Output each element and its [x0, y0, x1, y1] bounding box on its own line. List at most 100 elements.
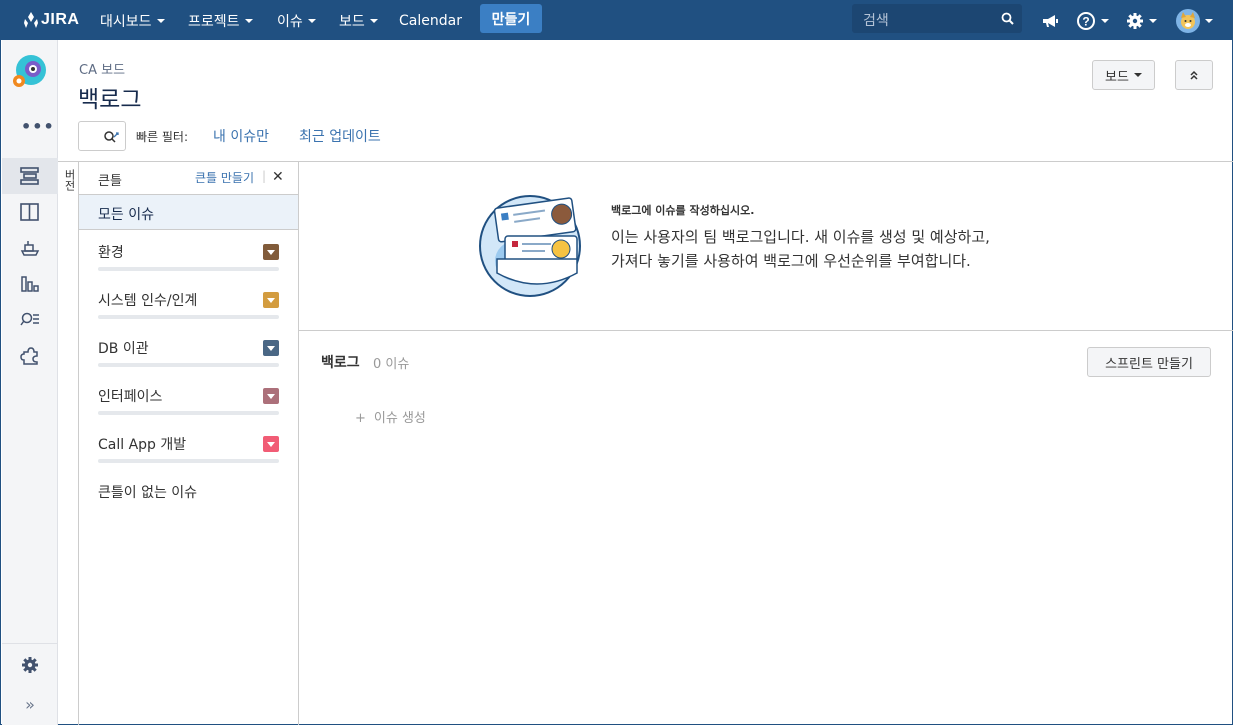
epic-color-dropdown[interactable] [263, 292, 279, 308]
epics-panel: 큰틀 큰틀 만들기 | ✕ 모든 이슈 환경 시스템 인수/인계 DB 이관 인… [79, 162, 299, 725]
epic-name: 환경 [98, 245, 124, 261]
nav-dashboards[interactable]: 대시보드 [100, 1, 165, 40]
quick-filter-my-issues[interactable]: 내 이슈만 [213, 126, 269, 146]
all-issues-item[interactable]: 모든 이슈 [79, 194, 298, 230]
project-sidebar: ••• » [2, 40, 58, 725]
sidebar-item-settings[interactable] [2, 647, 58, 683]
user-menu[interactable] [1176, 1, 1213, 40]
jira-logo[interactable]: JIRA [23, 8, 79, 32]
breadcrumb[interactable]: CA 보드 [79, 59, 125, 78]
epic-color-dropdown[interactable] [263, 436, 279, 452]
nav-boards[interactable]: 보드 [339, 1, 378, 40]
epic-name: 인터페이스 [98, 389, 163, 405]
logo-text: JIRA [41, 11, 80, 28]
search-placeholder: 검색 [863, 13, 889, 29]
sidebar-item-addons[interactable] [2, 338, 58, 374]
sidebar-item-board[interactable] [2, 194, 58, 230]
help-icon: ? [1077, 11, 1095, 30]
nav-label: Calendar [399, 12, 462, 29]
sidebar-item-releases[interactable] [2, 230, 58, 266]
backlog-title: 백로그 [321, 355, 360, 371]
collapse-header-button[interactable] [1175, 60, 1213, 90]
feedback-button[interactable] [1041, 1, 1059, 40]
epic-item[interactable]: 인터페이스 [98, 386, 279, 415]
nav-label: 이슈 [277, 13, 303, 30]
nav-label: 대시보드 [100, 13, 152, 30]
empty-backlog-illustration [479, 195, 581, 297]
epic-item[interactable]: Call App 개발 [98, 434, 279, 463]
all-issues-label: 모든 이슈 [98, 207, 154, 223]
app-window: JIRA 대시보드 프로젝트 이슈 보드 Calendar 만들기 검색 ? •… [0, 0, 1233, 725]
chevron-down-icon [1149, 18, 1157, 23]
megaphone-icon [1043, 14, 1058, 27]
create-button[interactable]: 만들기 [480, 4, 542, 33]
plus-icon: + [355, 411, 366, 426]
epic-item[interactable]: 환경 [98, 242, 279, 271]
epic-item[interactable]: DB 이관 [98, 338, 279, 367]
sidebar-item-issues[interactable] [2, 302, 58, 338]
board-icon [20, 203, 39, 221]
sidebar-divider [2, 643, 58, 644]
project-avatar-icon [13, 55, 46, 87]
chevron-down-icon [1133, 73, 1142, 77]
sidebar-item-backlog[interactable] [2, 158, 58, 194]
empty-state-line: 이는 사용자의 팀 백로그입니다. 새 이슈를 생성 및 예상하고, [611, 228, 990, 246]
sidebar-item-reports[interactable] [2, 266, 58, 302]
versions-tab[interactable] [58, 162, 79, 725]
separator: | [262, 169, 267, 183]
chevron-down-icon [156, 18, 165, 23]
sidebar-expand[interactable]: » [2, 686, 58, 722]
board-button-label: 보드 [1105, 69, 1129, 85]
epic-name: Call App 개발 [98, 437, 187, 453]
backlog-icon [20, 167, 39, 185]
epic-color-dropdown[interactable] [263, 388, 279, 404]
nav-projects[interactable]: 프로젝트 [188, 1, 253, 40]
board-dropdown-button[interactable]: 보드 [1092, 60, 1155, 90]
epic-color-dropdown[interactable] [263, 244, 279, 260]
nav-calendar[interactable]: Calendar [399, 1, 462, 40]
expand-icon: » [25, 694, 35, 714]
epic-progress-bar [98, 315, 279, 319]
create-issue-link[interactable]: + 이슈 생성 [355, 407, 426, 426]
addons-icon [20, 347, 38, 365]
settings-icon [22, 657, 38, 673]
chevron-down-icon [1205, 18, 1213, 23]
empty-state-title: 백로그에 이슈를 작성하십시오. [611, 204, 755, 217]
svg-text:?: ? [1082, 14, 1089, 28]
epic-name: DB 이관 [98, 341, 149, 357]
empty-state-text: 이는 사용자의 팀 백로그입니다. 새 이슈를 생성 및 예상하고, 가져다 놓… [611, 225, 990, 273]
releases-icon [20, 241, 40, 256]
project-avatar[interactable] [12, 54, 48, 90]
epic-name: 시스템 인수/인계 [98, 293, 198, 309]
create-epic-link[interactable]: 큰틀 만들기 [195, 169, 254, 186]
chevron-down-icon [307, 18, 316, 23]
create-issue-label: 이슈 생성 [373, 411, 426, 426]
create-sprint-button[interactable]: 스프린트 만들기 [1087, 347, 1211, 377]
epic-color-dropdown[interactable] [263, 340, 279, 356]
issues-icon [20, 312, 39, 326]
nav-issues[interactable]: 이슈 [277, 1, 316, 40]
chevron-down-icon [244, 18, 253, 23]
avatar [1176, 8, 1200, 33]
issues-without-epic[interactable]: 큰틀이 없는 이슈 [98, 482, 197, 502]
settings-button[interactable] [1126, 1, 1157, 40]
epic-item[interactable]: 시스템 인수/인계 [98, 290, 279, 319]
epic-progress-bar [98, 363, 279, 367]
epic-progress-bar [98, 267, 279, 271]
search-input[interactable]: 검색 [852, 4, 1022, 33]
filter-search-input[interactable] [78, 121, 126, 151]
page-title: 백로그 [78, 87, 142, 113]
nav-label: 프로젝트 [188, 13, 240, 30]
empty-state-line: 가져다 놓기를 사용하여 백로그에 우선순위를 부여합니다. [611, 252, 971, 270]
jira-logo-icon [24, 12, 38, 28]
backlog-issue-count: 0 이슈 [373, 357, 410, 372]
quick-filter-label: 빠른 필터: [136, 130, 189, 144]
epic-progress-bar [98, 411, 279, 415]
gear-icon [1127, 12, 1143, 29]
versions-tab-label: 버전 [63, 169, 76, 191]
help-button[interactable]: ? [1076, 1, 1109, 40]
quick-filter-recent[interactable]: 최근 업데이트 [299, 126, 381, 146]
more-icon[interactable]: ••• [21, 117, 55, 136]
close-icon[interactable]: ✕ [272, 169, 284, 185]
chevron-down-icon [1101, 18, 1109, 23]
